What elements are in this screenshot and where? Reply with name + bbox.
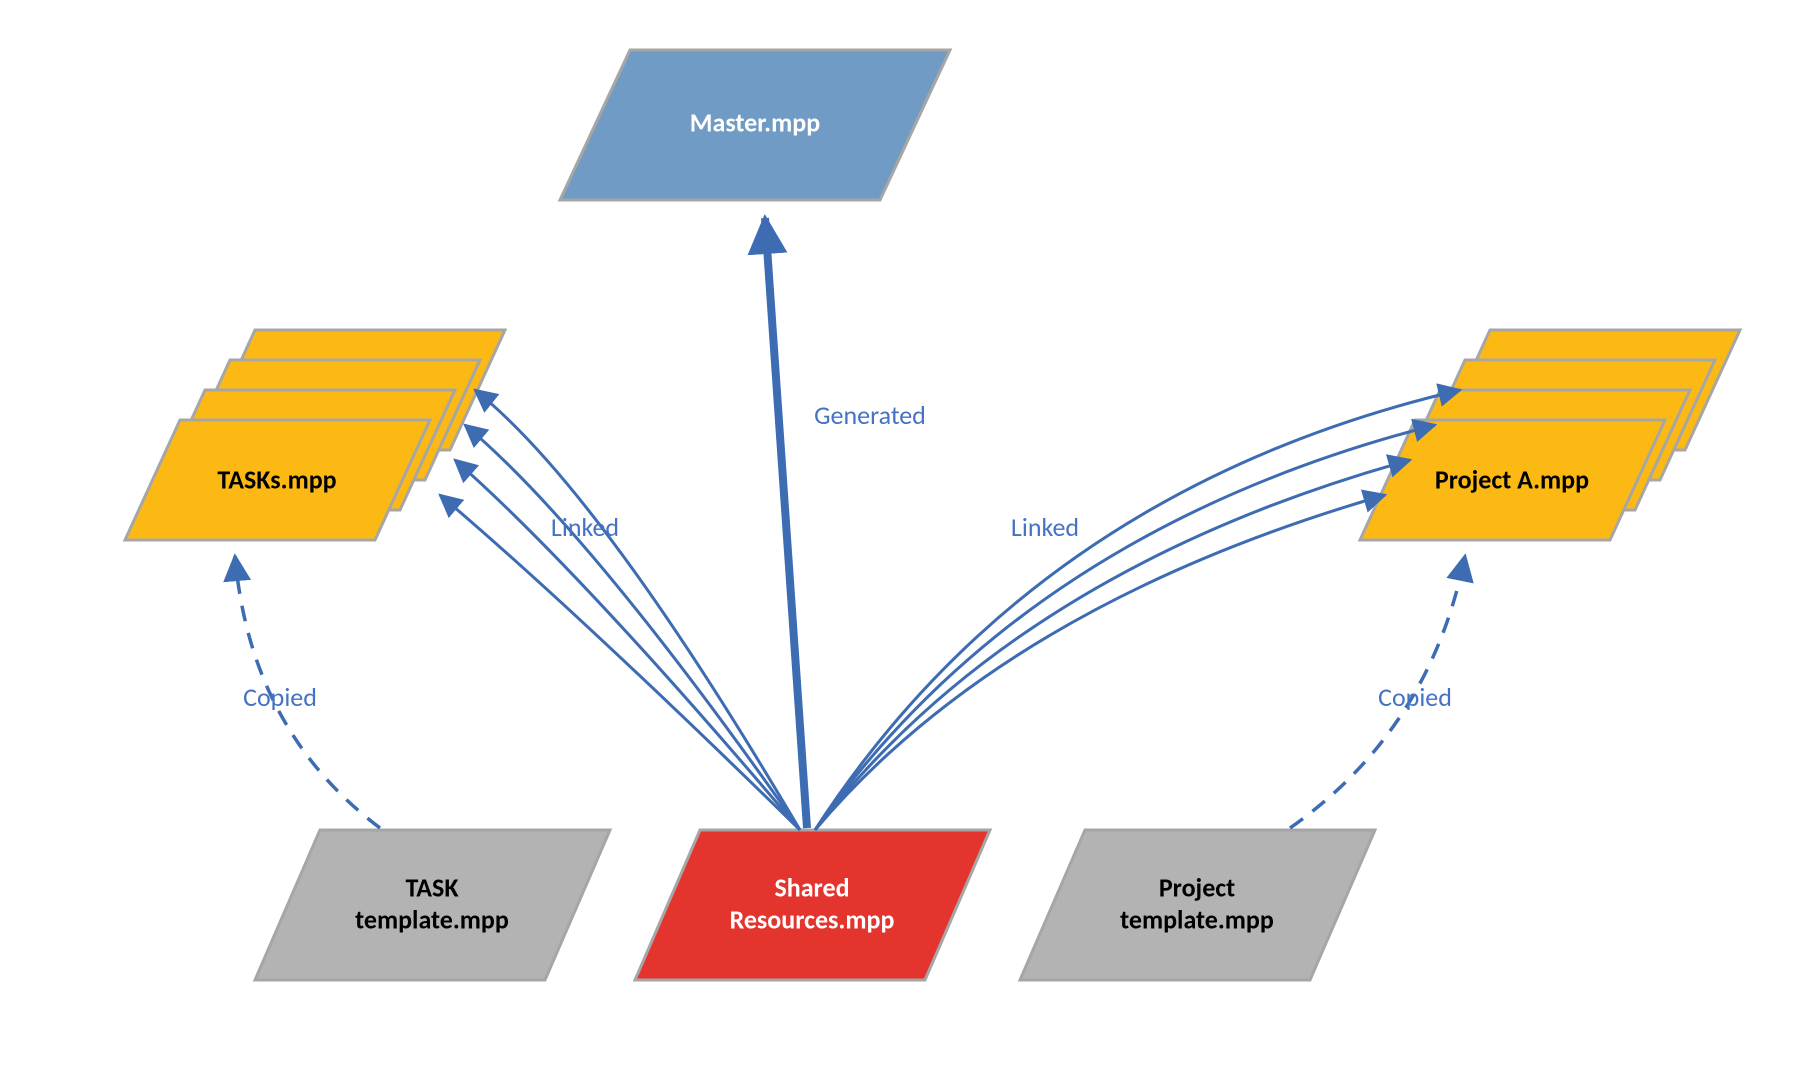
node-proj-template-label1: Project <box>1159 871 1235 903</box>
node-tasks-label: TASKs.mpp <box>217 463 336 495</box>
edge-copied-left: Copied <box>235 556 380 828</box>
diagram-canvas: Master.mpp TASKs.mpp Project A.mpp TASK … <box>0 0 1799 1070</box>
edge-copied-right-label: Copied <box>1378 681 1452 713</box>
node-master: Master.mpp <box>560 50 950 200</box>
node-shared-resources: Shared Resources.mpp <box>635 830 990 980</box>
node-shared-label1: Shared <box>774 871 849 903</box>
node-master-label: Master.mpp <box>690 106 820 138</box>
node-shared-label2: Resources.mpp <box>730 903 895 935</box>
node-task-template: TASK template.mpp <box>255 830 610 980</box>
edge-copied-left-label: Copied <box>243 681 317 713</box>
edge-linked-left: Linked <box>440 390 800 830</box>
edge-linked-right-label: Linked <box>1011 511 1079 543</box>
node-project-template: Project template.mpp <box>1020 830 1375 980</box>
edge-copied-right: Copied <box>1290 556 1465 828</box>
edge-generated: Generated <box>765 218 926 828</box>
node-projecta-label: Project A.mpp <box>1435 463 1589 495</box>
node-tasks-stack: TASKs.mpp <box>125 330 505 540</box>
node-task-template-label1: TASK <box>405 871 459 903</box>
edge-generated-label: Generated <box>814 399 926 431</box>
node-proj-template-label2: template.mpp <box>1120 903 1274 935</box>
node-task-template-label2: template.mpp <box>355 903 509 935</box>
node-projecta-stack: Project A.mpp <box>1360 330 1740 540</box>
edge-linked-left-label: Linked <box>551 511 619 543</box>
